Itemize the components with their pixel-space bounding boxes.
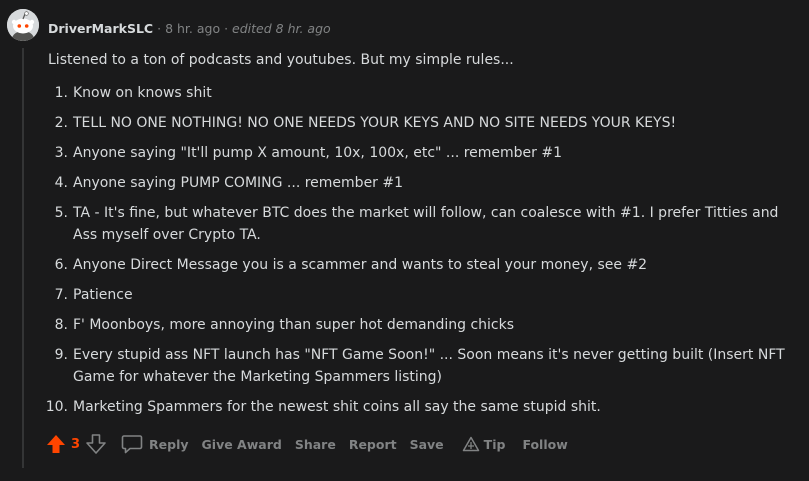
list-number: 3. xyxy=(54,145,68,161)
thread-line[interactable] xyxy=(22,48,24,468)
give-award-button[interactable]: Give Award xyxy=(202,437,282,452)
meta-separator: · xyxy=(224,21,229,36)
downvote-arrow-icon xyxy=(86,434,106,454)
report-button[interactable]: Report xyxy=(349,437,397,452)
follow-label: Follow xyxy=(522,436,568,452)
list-number: 1. xyxy=(54,85,68,101)
reply-button[interactable]: Reply xyxy=(121,434,189,454)
comment: DriverMarkSLC · 8 hr. ago · edited 8 hr.… xyxy=(0,0,809,481)
list-item: 6. Anyone Direct Message you is a scammer… xyxy=(48,254,788,276)
downvote-button[interactable] xyxy=(85,433,107,455)
follow-button[interactable]: Follow xyxy=(522,437,567,452)
share-button[interactable]: Share xyxy=(295,437,336,452)
list-item-text: Anyone Direct Message you is a scammer a… xyxy=(73,257,648,273)
avatar[interactable] xyxy=(7,9,39,41)
list-number: 2. xyxy=(54,115,68,131)
comment-bubble-icon xyxy=(121,435,143,454)
list-item: 1. Know on knows shit xyxy=(48,82,788,104)
author-name[interactable]: DriverMarkSLC xyxy=(48,21,153,36)
list-number: 10. xyxy=(45,399,68,415)
comment-actions: 3 Reply Give Award Share Report Save Tip… xyxy=(45,431,581,457)
list-number: 8. xyxy=(54,317,68,333)
list-number: 7. xyxy=(54,287,68,303)
list-item: 9. Every stupid ass NFT launch has "NFT G… xyxy=(48,344,788,388)
list-number: 4. xyxy=(54,175,68,191)
list-item: 7. Patience xyxy=(48,284,788,306)
report-label: Report xyxy=(348,436,397,452)
vote-count: 3 xyxy=(71,436,81,452)
meta-separator: · xyxy=(157,21,162,36)
save-label: Save xyxy=(409,436,444,452)
list-item-text: TELL NO ONE NOTHING! NO ONE NEEDS YOUR K… xyxy=(73,115,677,131)
list-item: 5. TA - It's fine, but whatever BTC does … xyxy=(48,202,788,246)
list-item-text: F' Moonboys, more annoying than super ho… xyxy=(73,317,515,333)
list-item: 3. Anyone saying "It'll pump X amount, 10… xyxy=(48,142,788,164)
list-item: 2. TELL NO ONE NOTHING! NO ONE NEEDS YOUR… xyxy=(48,112,788,134)
list-item-text: Patience xyxy=(73,287,133,303)
timestamp[interactable]: 8 hr. ago xyxy=(165,21,220,36)
list-number: 9. xyxy=(54,347,68,363)
list-item: 8. F' Moonboys, more annoying than super … xyxy=(48,314,788,336)
list-number: 5. xyxy=(54,205,68,221)
give-award-label: Give Award xyxy=(201,436,282,452)
list-item-text: Anyone saying PUMP COMING ... remember #… xyxy=(73,175,404,191)
save-button[interactable]: Save xyxy=(410,437,444,452)
rules-list: 1. Know on knows shit 2. TELL NO ONE NOTHI… xyxy=(46,82,788,426)
comment-intro: Listened to a ton of podcasts and youtub… xyxy=(48,52,514,68)
list-item-text: Anyone saying "It'll pump X amount, 10x,… xyxy=(73,145,563,161)
upvote-arrow-icon xyxy=(47,435,65,453)
upvote-button[interactable] xyxy=(45,433,67,455)
list-item-text: TA - It's fine, but whatever BTC does th… xyxy=(73,205,779,243)
list-item-text: Know on knows shit xyxy=(73,85,212,101)
reply-label: Reply xyxy=(149,436,189,452)
comment-header: DriverMarkSLC · 8 hr. ago · edited 8 hr.… xyxy=(48,20,331,38)
tip-triangle-icon xyxy=(462,436,479,452)
list-item-text: Marketing Spammers for the newest shit c… xyxy=(73,399,601,415)
tip-button[interactable]: Tip xyxy=(462,436,506,452)
share-label: Share xyxy=(294,436,336,452)
edited-label: edited 8 hr. ago xyxy=(232,21,331,36)
list-number: 6. xyxy=(54,257,68,273)
list-item-text: Every stupid ass NFT launch has "NFT Gam… xyxy=(73,347,785,385)
reddit-snoo-avatar-icon xyxy=(7,9,39,41)
list-item: 4. Anyone saying PUMP COMING ... remember… xyxy=(48,172,788,194)
tip-label: Tip xyxy=(483,436,506,452)
list-item: 10. Marketing Spammers for the newest shi… xyxy=(46,396,788,418)
